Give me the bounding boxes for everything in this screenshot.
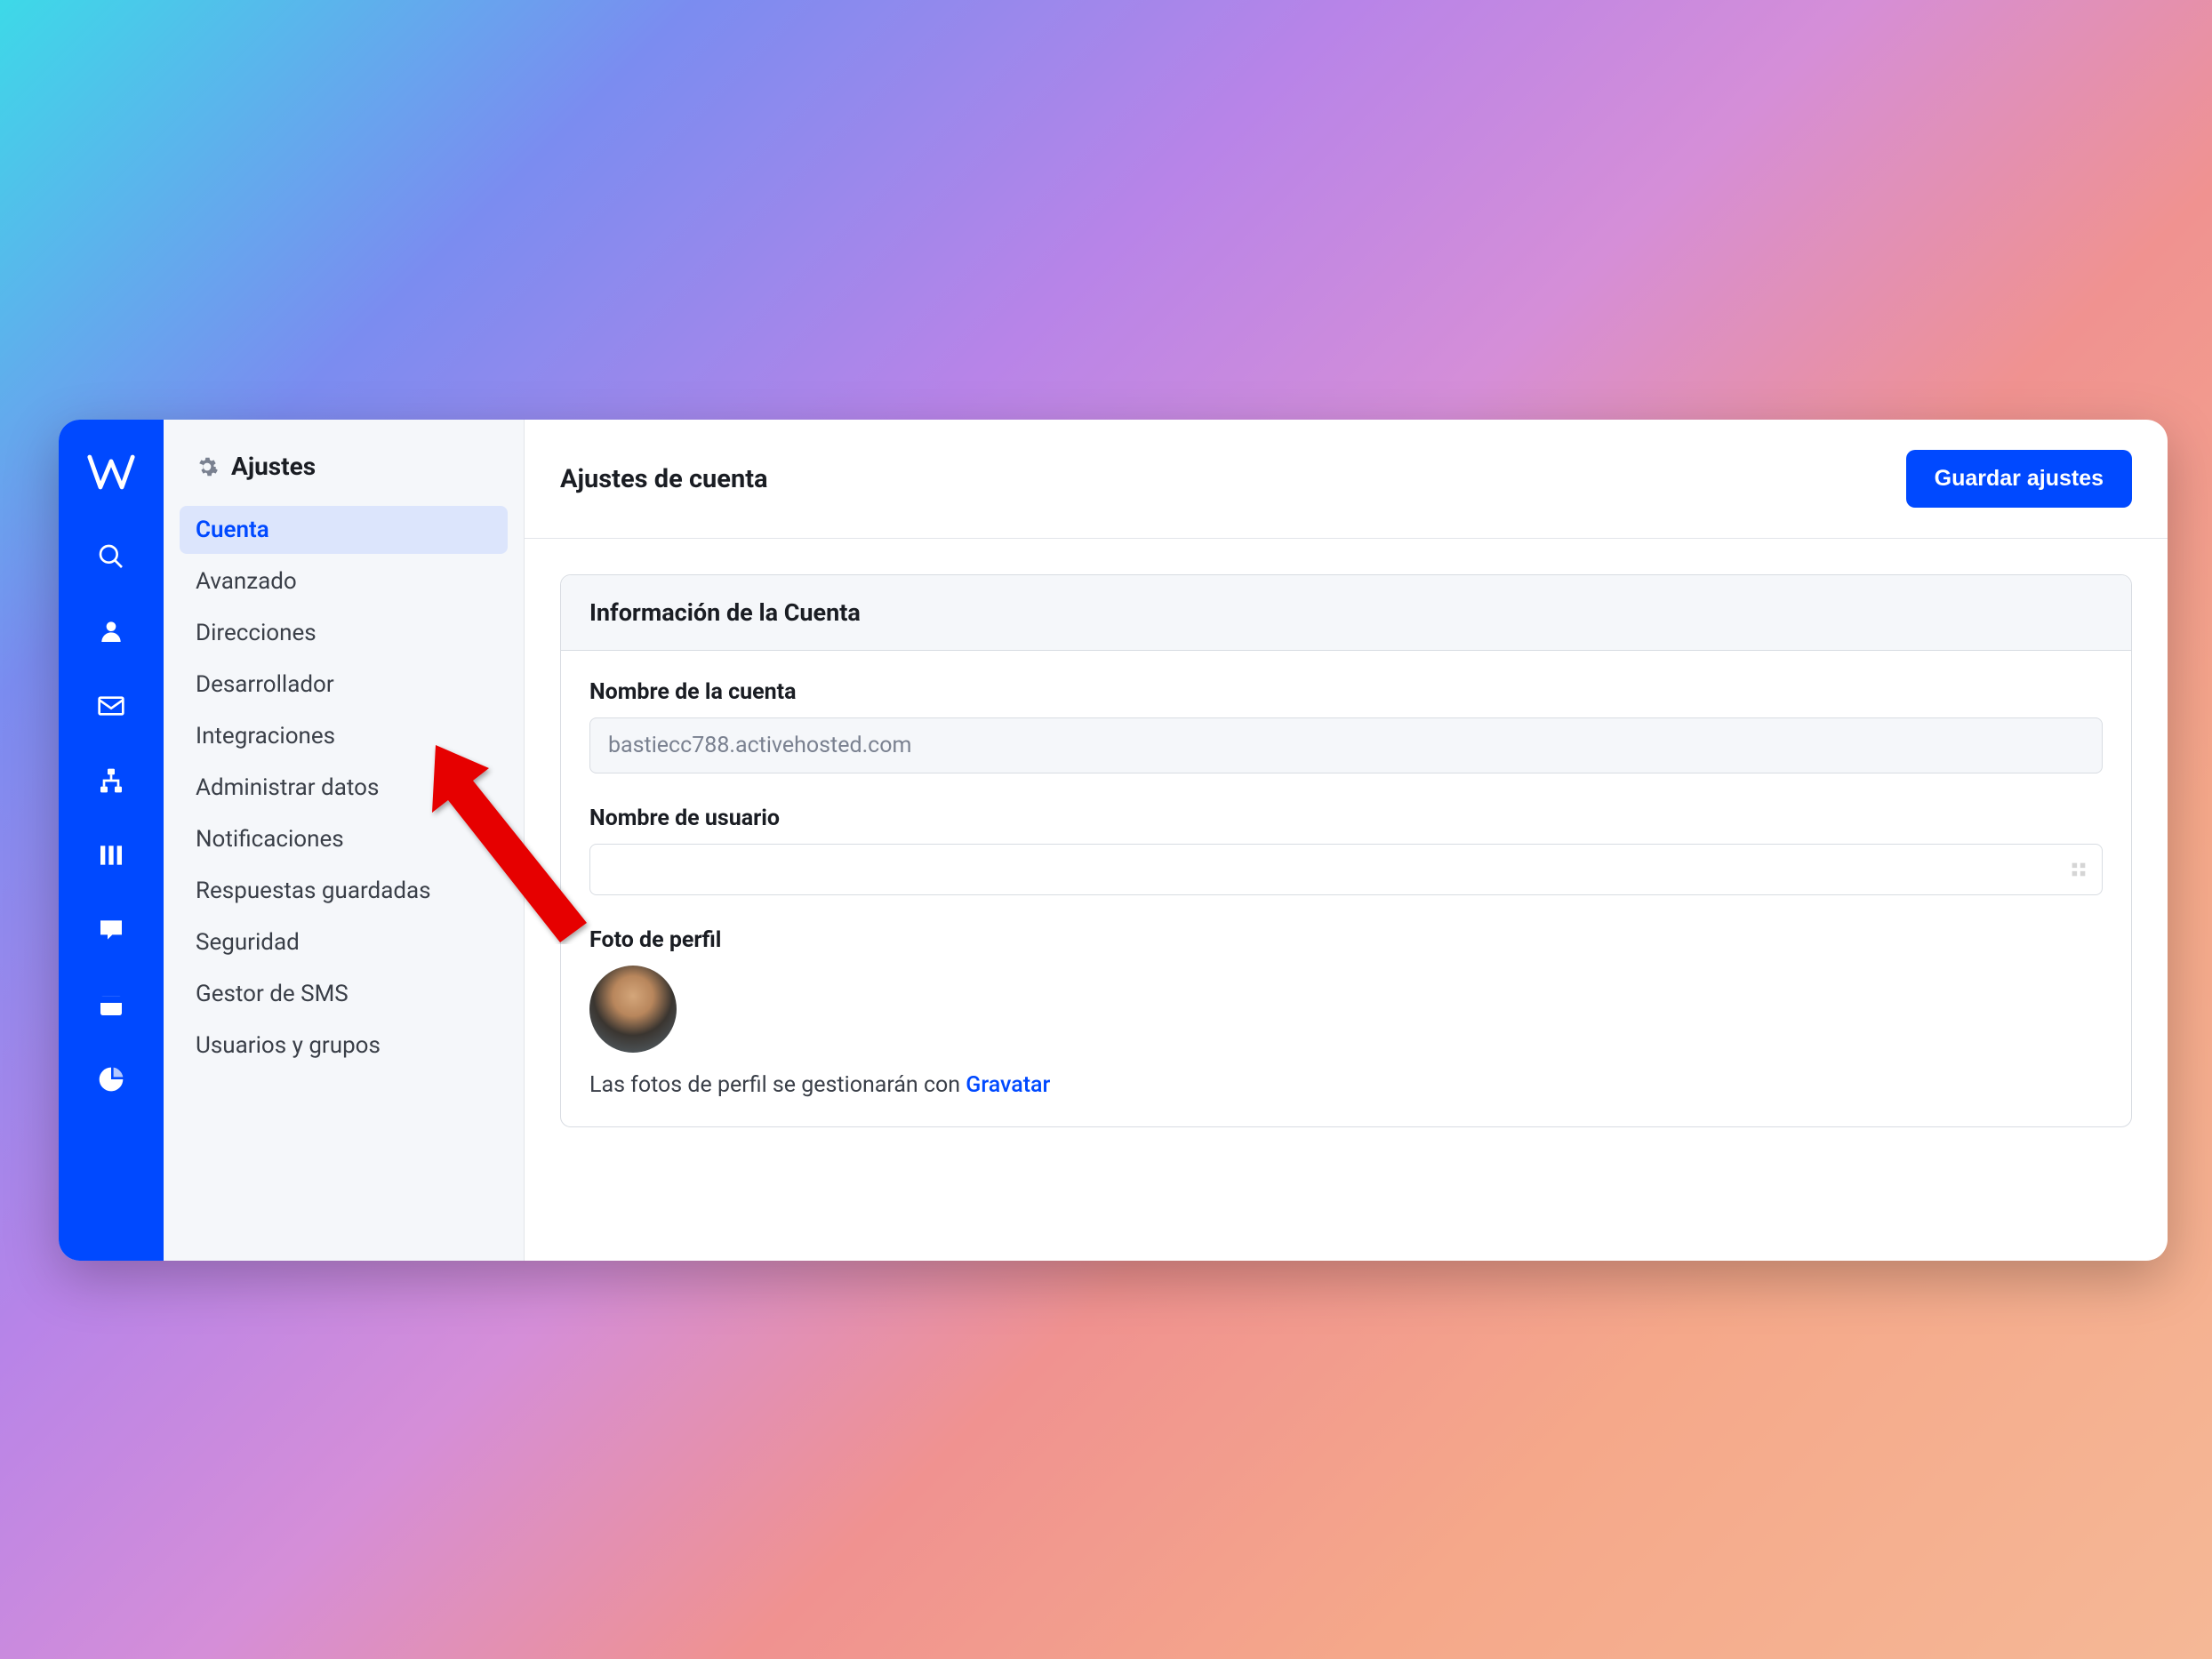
sidebar-item-avanzado[interactable]: Avanzado xyxy=(180,557,508,605)
card-header: Información de la Cuenta xyxy=(561,575,2131,651)
profile-photo-field: Foto de perfil Las fotos de perfil se ge… xyxy=(589,927,2103,1098)
account-name-label: Nombre de la cuenta xyxy=(589,679,2103,705)
chart-icon[interactable] xyxy=(95,1063,127,1095)
username-input[interactable] xyxy=(589,844,2103,895)
sidebar-item-seguridad[interactable]: Seguridad xyxy=(180,918,508,966)
sidebar-item-administrar-datos[interactable]: Administrar datos xyxy=(180,764,508,812)
save-button[interactable]: Guardar ajustes xyxy=(1906,450,2132,508)
profile-text-prefix: Las fotos de perfil se gestionarán con xyxy=(589,1072,966,1098)
pipeline-icon[interactable] xyxy=(95,839,127,871)
content-body: Información de la Cuenta Nombre de la cu… xyxy=(525,539,2168,1163)
username-field: Nombre de usuario xyxy=(589,805,2103,895)
sidebar-item-direcciones[interactable]: Direcciones xyxy=(180,609,508,657)
content-area: Ajustes de cuenta Guardar ajustes Inform… xyxy=(525,420,2168,1261)
icon-sidebar xyxy=(59,420,164,1261)
username-label: Nombre de usuario xyxy=(589,805,2103,831)
password-manager-icon[interactable] xyxy=(2069,860,2088,879)
sidebar-item-respuestas-guardadas[interactable]: Respuestas guardadas xyxy=(180,867,508,915)
sidebar-item-cuenta[interactable]: Cuenta xyxy=(180,506,508,554)
profile-help-text: Las fotos de perfil se gestionarán con G… xyxy=(589,1072,2103,1098)
person-icon[interactable] xyxy=(95,615,127,647)
page-title: Ajustes de cuenta xyxy=(560,464,768,494)
chat-icon[interactable] xyxy=(95,914,127,946)
profile-photo-label: Foto de perfil xyxy=(589,927,2103,953)
calendar-icon[interactable] xyxy=(95,989,127,1021)
sidebar-item-integraciones[interactable]: Integraciones xyxy=(180,712,508,760)
sidebar-title: Ajustes xyxy=(231,452,316,481)
sidebar-item-notificaciones[interactable]: Notificaciones xyxy=(180,815,508,863)
settings-sidebar: Ajustes Cuenta Avanzado Direcciones Desa… xyxy=(164,420,525,1261)
account-name-input[interactable]: bastiecc788.activehosted.com xyxy=(589,717,2103,773)
app-window: Ajustes Cuenta Avanzado Direcciones Desa… xyxy=(59,420,2168,1261)
gravatar-link[interactable]: Gravatar xyxy=(966,1072,1050,1098)
search-icon[interactable] xyxy=(95,541,127,573)
flow-icon[interactable] xyxy=(95,765,127,797)
app-logo[interactable] xyxy=(85,446,137,498)
account-name-field: Nombre de la cuenta bastiecc788.activeho… xyxy=(589,679,2103,773)
account-info-card: Información de la Cuenta Nombre de la cu… xyxy=(560,574,2132,1127)
avatar[interactable] xyxy=(589,966,677,1053)
card-body: Nombre de la cuenta bastiecc788.activeho… xyxy=(561,651,2131,1126)
content-header: Ajustes de cuenta Guardar ajustes xyxy=(525,420,2168,539)
sidebar-header: Ajustes xyxy=(180,452,508,506)
sidebar-item-gestor-sms[interactable]: Gestor de SMS xyxy=(180,970,508,1018)
gear-icon xyxy=(196,455,219,478)
sidebar-item-desarrollador[interactable]: Desarrollador xyxy=(180,661,508,709)
mail-icon[interactable] xyxy=(95,690,127,722)
sidebar-item-usuarios-grupos[interactable]: Usuarios y grupos xyxy=(180,1022,508,1070)
card-title: Información de la Cuenta xyxy=(589,598,2103,627)
